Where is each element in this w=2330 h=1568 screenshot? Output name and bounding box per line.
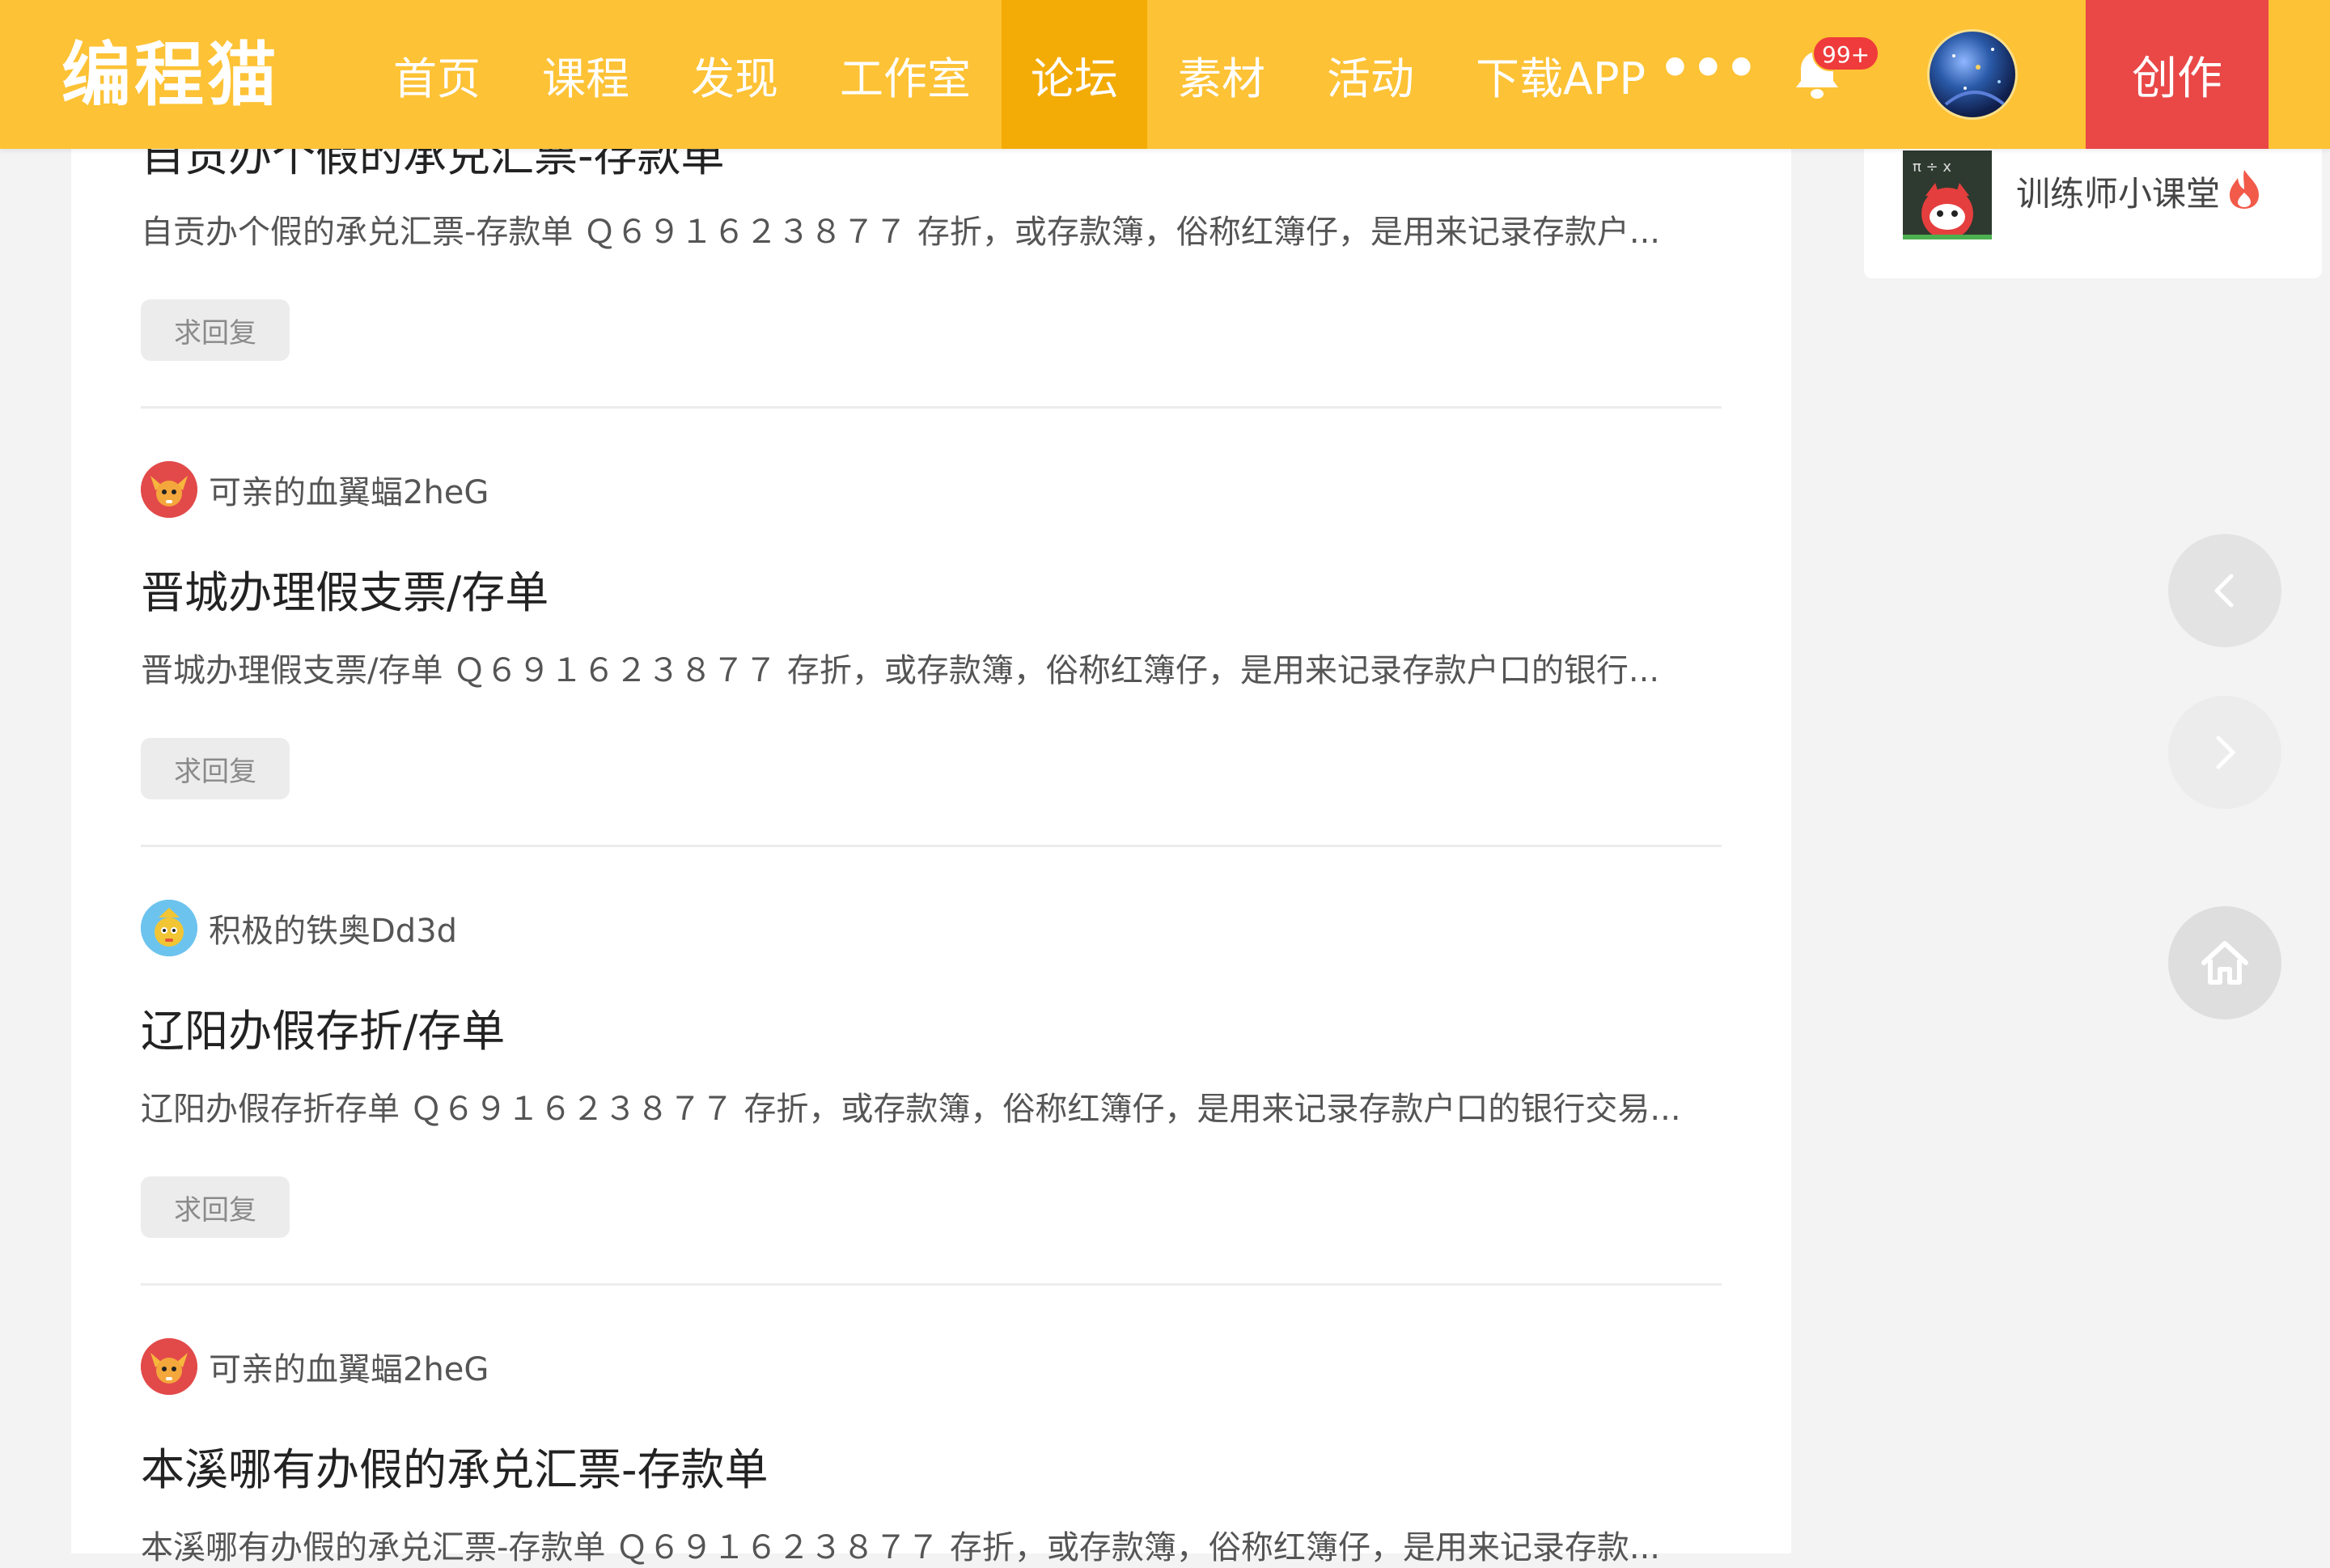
divider bbox=[141, 845, 1722, 847]
next-button[interactable] bbox=[2168, 696, 2281, 809]
svg-text:π ÷ x: π ÷ x bbox=[1913, 159, 1951, 176]
nav-courses[interactable]: 课程 bbox=[511, 0, 660, 149]
post-author[interactable]: 可亲的血翼蝠2heG bbox=[141, 1338, 489, 1395]
list-item[interactable]: 可亲的血翼蝠2heG 晋城办理假支票/存单 晋城办理假支票/存单 Ｑ６９１６２３… bbox=[141, 461, 1722, 841]
author-name[interactable]: 可亲的血翼蝠2heG bbox=[209, 466, 489, 513]
avatar bbox=[141, 461, 197, 518]
create-button[interactable]: 创作 bbox=[2086, 0, 2269, 149]
site-logo[interactable]: 编程猫 bbox=[61, 31, 280, 120]
nav-home[interactable]: 首页 bbox=[362, 0, 511, 149]
post-title[interactable]: 本溪哪有办假的承兑汇票-存款单 bbox=[141, 1434, 768, 1498]
robot-avatar-icon bbox=[141, 900, 197, 956]
divider bbox=[141, 406, 1722, 409]
home-button[interactable] bbox=[2168, 906, 2281, 1019]
list-item[interactable]: 积极的铁奥Dd3d 辽阳办假存折/存单 辽阳办假存折存单 Ｑ６９１６２３８７７ … bbox=[141, 900, 1722, 1280]
chevron-right-icon bbox=[2216, 735, 2235, 769]
post-summary: 自贡办个假的承兑汇票-存款单 Ｑ６９１６２３８７７ 存折，或存款簿，俗称红簿仔，… bbox=[141, 214, 1661, 251]
top-header: 编程猫 首页 课程 发现 工作室 论坛 素材 活动 下载APP ••• 99+ … bbox=[0, 0, 2330, 149]
divider bbox=[141, 1283, 1722, 1286]
post-summary: 辽阳办假存折存单 Ｑ６９１６２３８７７ 存折，或存款簿，俗称红簿仔，是用来记录存… bbox=[141, 1091, 1681, 1128]
sidebar-item-label[interactable]: 训练师小课堂 bbox=[2016, 167, 2220, 216]
home-icon bbox=[2201, 941, 2248, 985]
cat-teacher-icon: π ÷ x bbox=[1903, 150, 1992, 239]
post-summary: 本溪哪有办假的承兑汇票-存款单 Ｑ６９１６２３８７７ 存折，或存款簿，俗称红簿仔… bbox=[141, 1529, 1661, 1566]
avatar[interactable] bbox=[1927, 29, 2018, 120]
course-thumbnail[interactable]: π ÷ x bbox=[1903, 150, 1992, 239]
nav-studio[interactable]: 工作室 bbox=[809, 0, 1002, 149]
fire-icon bbox=[2230, 170, 2259, 209]
author-name[interactable]: 积极的铁奥Dd3d bbox=[209, 905, 457, 951]
post-list: 自贡办个假的承兑汇票-存款单 自贡办个假的承兑汇票-存款单 Ｑ６９１６２３８７７… bbox=[71, 0, 1791, 1566]
post-summary: 晋城办理假支票/存单 Ｑ６９１６２３８７７ 存折，或存款簿，俗称红簿仔，是用来记… bbox=[141, 652, 1660, 689]
post-title[interactable]: 晋城办理假支票/存单 bbox=[141, 557, 549, 621]
reply-tag[interactable]: 求回复 bbox=[141, 738, 290, 799]
post-author[interactable]: 积极的铁奥Dd3d bbox=[141, 900, 457, 956]
main-nav: 首页 课程 发现 工作室 论坛 素材 活动 下载APP bbox=[362, 0, 1676, 149]
nav-materials[interactable]: 素材 bbox=[1147, 0, 1296, 149]
nav-discover[interactable]: 发现 bbox=[660, 0, 809, 149]
more-menu-icon[interactable]: ••• bbox=[1659, 43, 1758, 100]
bat-avatar-icon bbox=[141, 461, 197, 518]
nav-forum[interactable]: 论坛 bbox=[1002, 0, 1147, 149]
author-name[interactable]: 可亲的血翼蝠2heG bbox=[209, 1343, 489, 1390]
avatar bbox=[141, 1338, 197, 1395]
notification-badge: 99+ bbox=[1812, 36, 1880, 71]
nav-download-app[interactable]: 下载APP bbox=[1445, 0, 1676, 149]
user-avatar-image bbox=[1944, 48, 2006, 106]
reply-tag[interactable]: 求回复 bbox=[141, 1176, 290, 1238]
list-item[interactable]: 可亲的血翼蝠2heG 本溪哪有办假的承兑汇票-存款单 本溪哪有办假的承兑汇票-存… bbox=[141, 1338, 1722, 1566]
chevron-left-icon bbox=[2214, 574, 2234, 608]
post-title[interactable]: 辽阳办假存折/存单 bbox=[141, 995, 505, 1059]
bat-avatar-icon bbox=[141, 1338, 197, 1395]
post-author[interactable]: 可亲的血翼蝠2heG bbox=[141, 461, 489, 518]
reply-tag[interactable]: 求回复 bbox=[141, 299, 290, 361]
prev-button[interactable] bbox=[2168, 534, 2281, 647]
nav-events[interactable]: 活动 bbox=[1296, 0, 1445, 149]
avatar bbox=[141, 900, 197, 956]
